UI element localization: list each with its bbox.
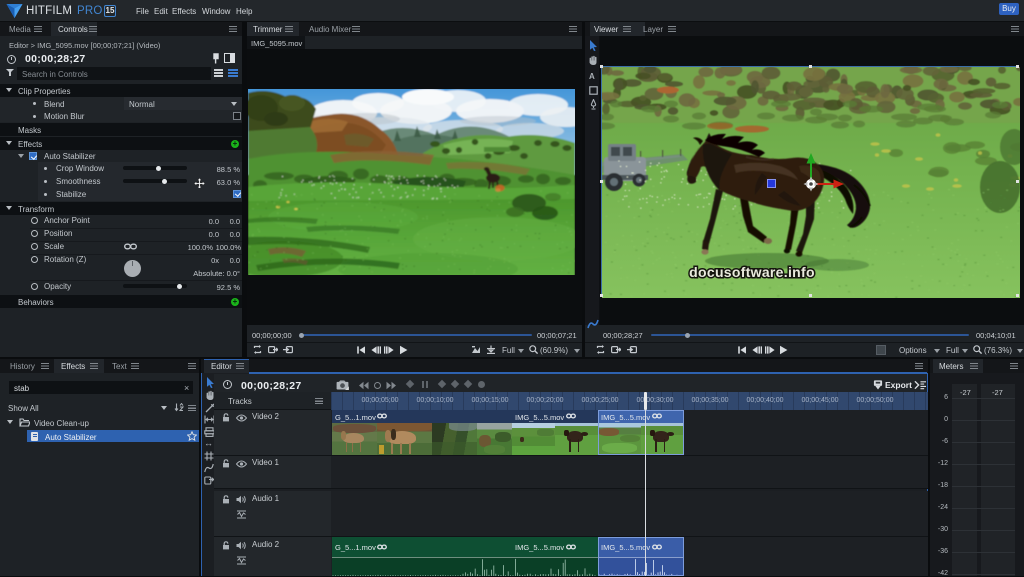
- svg-text:docusoftware.info: docusoftware.info: [689, 264, 815, 280]
